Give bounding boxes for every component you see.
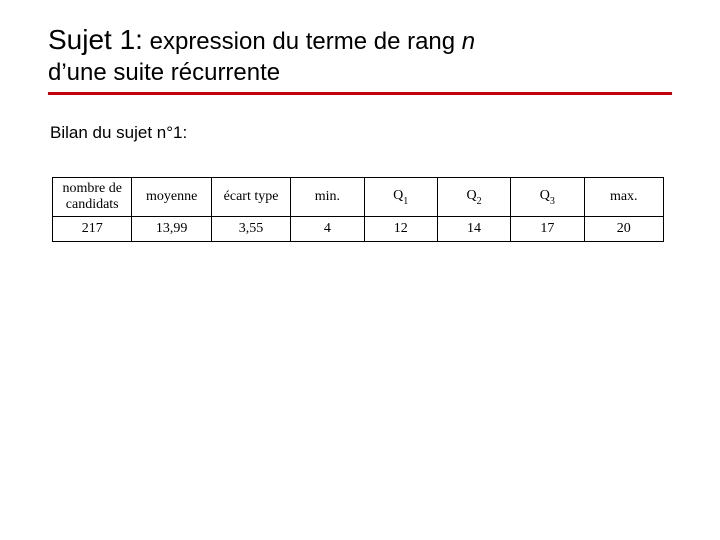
col-header-min: min.	[291, 177, 364, 216]
title-block: Sujet 1: expression du terme de rang n d…	[48, 22, 672, 95]
cell-min: 4	[291, 216, 364, 241]
title-rest: expression du terme de rang	[143, 28, 462, 55]
subheading: Bilan du sujet n°1:	[50, 123, 672, 143]
col-header-q2: Q2	[437, 177, 510, 216]
title-underline	[48, 92, 672, 95]
col-header-q3: Q3	[511, 177, 584, 216]
col-header-ecart-type: écart type	[211, 177, 290, 216]
slide-title-line2: d’une suite récurrente	[48, 59, 672, 88]
col-header-candidats: nombre de candidats	[53, 177, 132, 216]
cell-q1: 12	[364, 216, 437, 241]
cell-ecart-type: 3,55	[211, 216, 290, 241]
col-header-q2-q: Q	[466, 188, 476, 203]
col-header-moyenne: moyenne	[132, 177, 211, 216]
stats-table: nombre de candidats moyenne écart type m…	[52, 177, 664, 242]
col-header-q3-q: Q	[540, 188, 550, 203]
cell-moyenne: 13,99	[132, 216, 211, 241]
col-header-q2-sub: 2	[477, 196, 482, 207]
stats-table-wrap: nombre de candidats moyenne écart type m…	[52, 177, 664, 242]
title-lead: Sujet 1:	[48, 24, 143, 55]
col-header-q1: Q1	[364, 177, 437, 216]
table-row: 217 13,99 3,55 4 12 14 17 20	[53, 216, 664, 241]
col-header-max: max.	[584, 177, 663, 216]
title-n: n	[462, 28, 475, 55]
cell-max: 20	[584, 216, 663, 241]
col-header-q1-sub: 1	[403, 196, 408, 207]
table-header-row: nombre de candidats moyenne écart type m…	[53, 177, 664, 216]
cell-q3: 17	[511, 216, 584, 241]
slide: Sujet 1: expression du terme de rang n d…	[0, 0, 720, 540]
col-header-candidats-l2: candidats	[66, 197, 119, 212]
col-header-q3-sub: 3	[550, 196, 555, 207]
cell-q2: 14	[437, 216, 510, 241]
col-header-q1-q: Q	[393, 188, 403, 203]
slide-title-line1: Sujet 1: expression du terme de rang n	[48, 22, 672, 57]
col-header-candidats-l1: nombre de	[62, 181, 121, 196]
cell-candidats: 217	[53, 216, 132, 241]
